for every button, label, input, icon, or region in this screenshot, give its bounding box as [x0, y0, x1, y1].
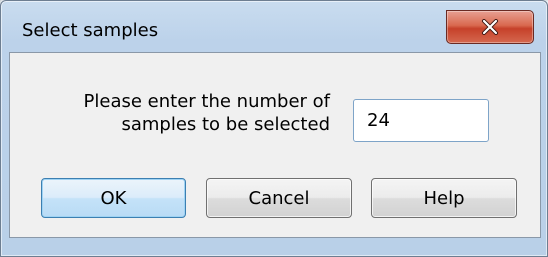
- prompt-line-1: Please enter the number of: [83, 91, 330, 112]
- help-button[interactable]: Help: [371, 178, 517, 218]
- prompt-line-2: samples to be selected: [121, 114, 330, 135]
- close-icon: [481, 19, 499, 35]
- sample-count-input[interactable]: [353, 99, 489, 142]
- sample-count-prompt: Please enter the number of samples to be…: [50, 90, 330, 136]
- ok-button[interactable]: OK: [41, 178, 186, 218]
- window-title: Select samples: [22, 20, 159, 41]
- dialog-client-area: Please enter the number of samples to be…: [9, 52, 541, 238]
- dialog-window: Select samples Please enter the number o…: [0, 0, 548, 257]
- close-button[interactable]: [446, 10, 534, 44]
- cancel-button[interactable]: Cancel: [206, 178, 352, 218]
